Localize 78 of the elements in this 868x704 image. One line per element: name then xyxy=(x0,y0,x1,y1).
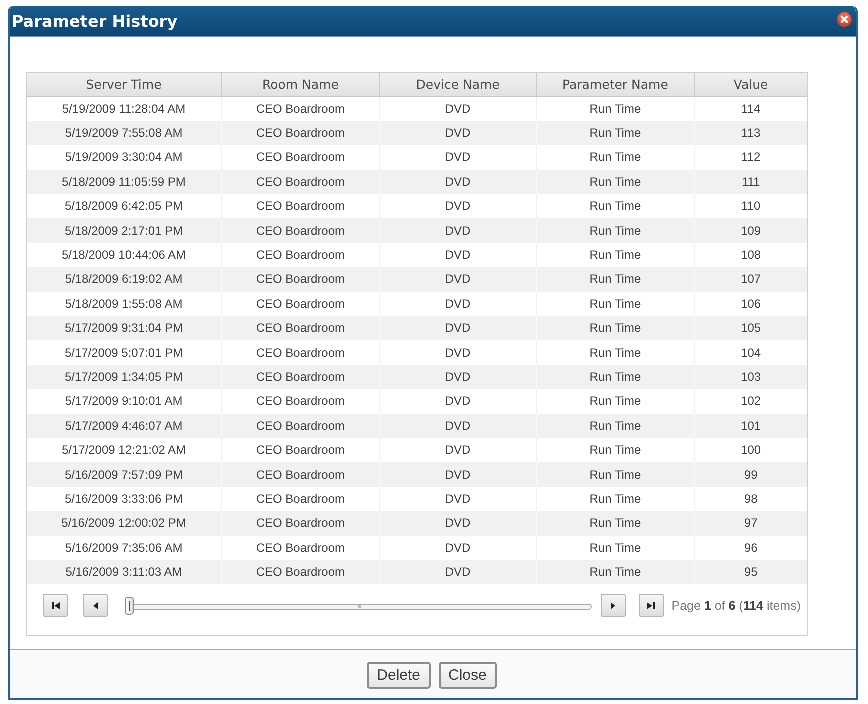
table-cell: Run Time xyxy=(536,218,695,243)
table-cell: 101 xyxy=(694,414,807,438)
column-header[interactable]: Room Name xyxy=(221,73,380,96)
table-cell: DVD xyxy=(380,560,536,584)
column-header[interactable]: Device Name xyxy=(380,73,536,96)
column-header[interactable]: Server Time xyxy=(27,73,222,96)
table-cell: DVD xyxy=(380,267,536,292)
slider-thumb[interactable] xyxy=(125,596,134,615)
table-cell: CEO Boardroom xyxy=(221,364,380,390)
table-cell: Run Time xyxy=(536,414,695,438)
table-cell: 5/17/2009 4:46:07 AM xyxy=(27,414,222,438)
table-cell: 111 xyxy=(694,170,807,194)
previous-page-button[interactable] xyxy=(83,594,108,618)
table-cell: Run Time xyxy=(536,364,695,390)
table-cell: CEO Boardroom xyxy=(221,316,380,340)
last-page-button[interactable] xyxy=(638,594,664,618)
table-cell: 114 xyxy=(694,96,807,121)
table-cell: 5/17/2009 9:31:04 PM xyxy=(27,316,222,340)
page-slider-track[interactable] xyxy=(125,596,592,615)
table-cell: CEO Boardroom xyxy=(221,462,380,487)
dialog-button[interactable]: Delete xyxy=(367,662,430,690)
column-header[interactable]: Parameter Name xyxy=(536,73,695,96)
table-cell: Run Time xyxy=(536,170,695,194)
table-cell: 108 xyxy=(694,242,807,268)
first-page-button[interactable] xyxy=(43,594,68,618)
table-cell: CEO Boardroom xyxy=(221,267,380,292)
next-page-button[interactable] xyxy=(600,594,626,618)
table-cell: 107 xyxy=(694,267,807,292)
table-cell: DVD xyxy=(380,218,536,243)
table-cell: CEO Boardroom xyxy=(221,218,380,243)
table-cell: 5/19/2009 7:55:08 AM xyxy=(27,120,222,146)
table-cell: Run Time xyxy=(536,462,695,487)
window-title: Parameter History xyxy=(12,12,178,30)
table-cell: 5/18/2009 2:17:01 PM xyxy=(27,218,222,243)
table-cell: 96 xyxy=(694,536,807,560)
table-cell: CEO Boardroom xyxy=(221,170,380,194)
table-cell: DVD xyxy=(380,414,536,438)
dialog-button[interactable]: Close xyxy=(438,662,497,690)
table-cell: Run Time xyxy=(536,316,695,340)
table-cell: 105 xyxy=(694,316,807,340)
table-cell: 112 xyxy=(694,145,807,170)
table-cell: 5/18/2009 11:05:59 PM xyxy=(27,170,222,194)
table-cell: CEO Boardroom xyxy=(221,511,380,536)
table-cell: Run Time xyxy=(536,560,695,584)
first-page-icon xyxy=(50,600,60,611)
table-cell: 5/16/2009 12:00:02 PM xyxy=(27,511,222,536)
table-cell: 5/18/2009 6:19:02 AM xyxy=(27,267,222,292)
table-cell: 5/17/2009 1:34:05 PM xyxy=(27,364,222,390)
table-cell: DVD xyxy=(380,120,536,146)
table-cell: Run Time xyxy=(536,120,695,146)
table-cell: 100 xyxy=(694,438,807,462)
last-page-icon xyxy=(646,600,656,611)
table-cell: 110 xyxy=(694,194,807,218)
table-cell: DVD xyxy=(380,462,536,487)
close-icon[interactable] xyxy=(837,12,852,26)
table-cell: 106 xyxy=(694,292,807,316)
table-cell: 95 xyxy=(694,560,807,584)
table-cell: 98 xyxy=(694,486,807,512)
table-cell: 5/16/2009 3:11:03 AM xyxy=(27,560,222,584)
table-cell: CEO Boardroom xyxy=(221,560,380,584)
table-cell: 103 xyxy=(694,364,807,390)
table-cell: 99 xyxy=(694,462,807,487)
table-cell: 113 xyxy=(694,120,807,146)
table-cell: Run Time xyxy=(536,267,695,292)
table-cell: 102 xyxy=(694,389,807,414)
table-cell: 5/16/2009 7:57:09 PM xyxy=(27,462,222,487)
table-cell: DVD xyxy=(380,316,536,340)
table-cell: Run Time xyxy=(536,511,695,536)
table-cell: 97 xyxy=(694,511,807,536)
column-header[interactable]: Value xyxy=(694,73,807,96)
page-info: Page 1 of 6 (114 items) xyxy=(672,598,801,613)
table-cell: CEO Boardroom xyxy=(221,414,380,438)
table-cell: DVD xyxy=(380,511,536,536)
table-cell: DVD xyxy=(380,364,536,390)
table-cell: 104 xyxy=(694,340,807,365)
table-cell: 109 xyxy=(694,218,807,243)
table-cell: DVD xyxy=(380,170,536,194)
table-cell: CEO Boardroom xyxy=(221,120,380,146)
